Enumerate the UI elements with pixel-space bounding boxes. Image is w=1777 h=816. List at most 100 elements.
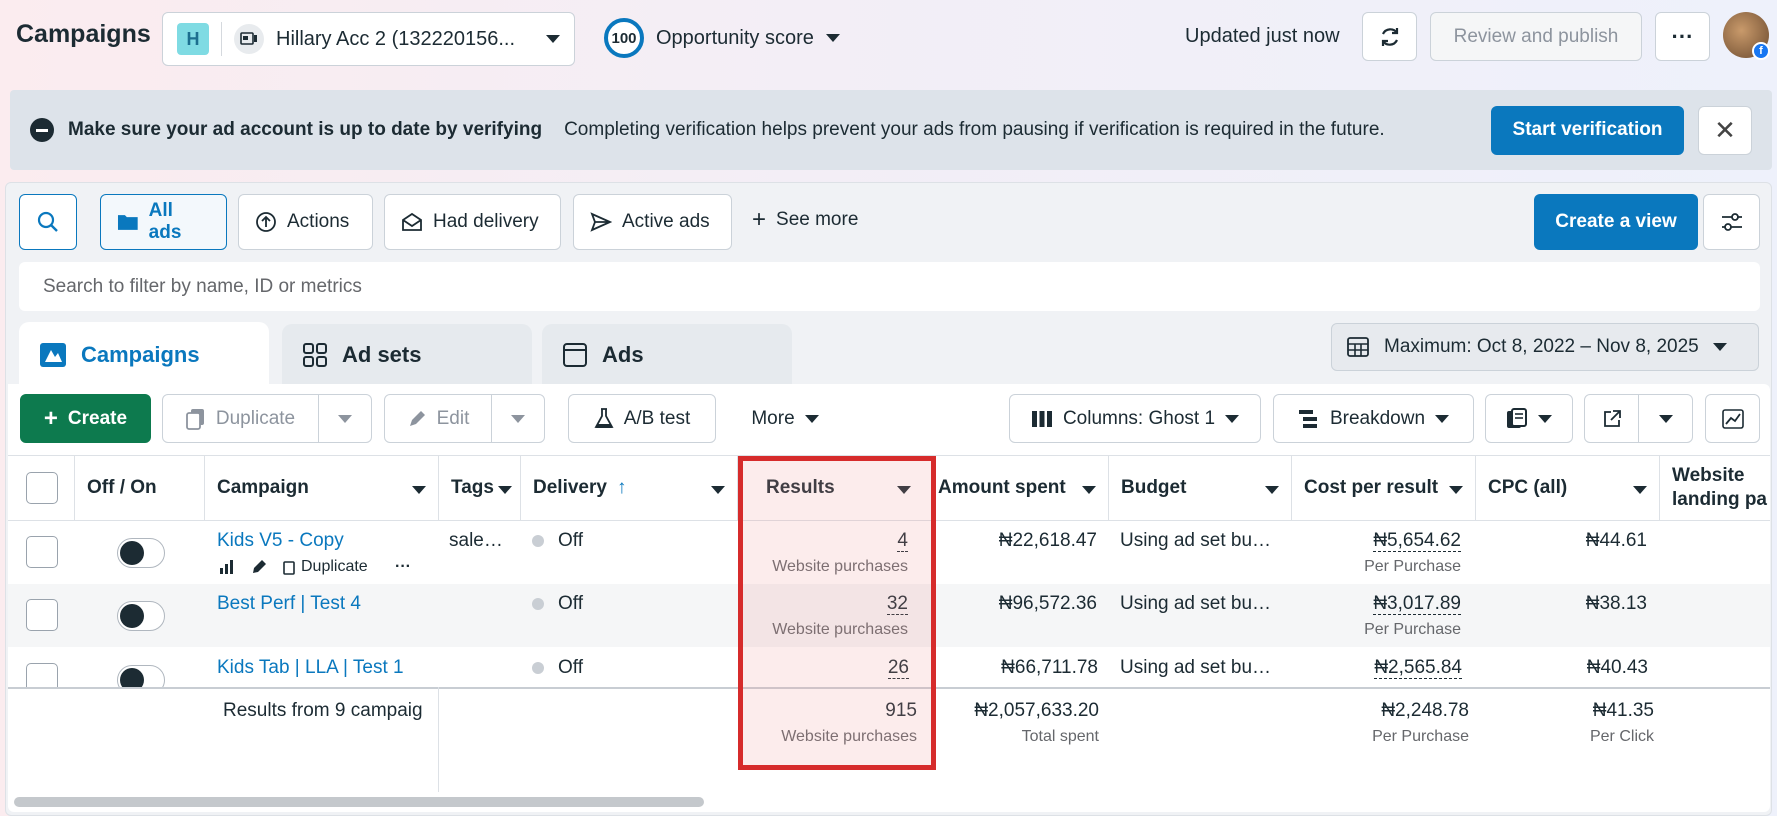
close-icon[interactable]: ✕ [1698, 105, 1752, 155]
cost-value: ₦3,017.89 [1373, 593, 1461, 615]
duplicate-dropdown[interactable] [318, 394, 372, 443]
opportunity-score[interactable]: 100 Opportunity score [604, 18, 840, 58]
filter-label: Active ads [622, 211, 710, 232]
totals-cost-per-result: ₦2,248.78 [1381, 700, 1469, 721]
chevron-down-icon [1449, 486, 1463, 494]
account-name: Hillary Acc 2 (132220156... [276, 27, 516, 50]
refresh-icon [1381, 27, 1398, 46]
reports-button[interactable] [1485, 394, 1573, 443]
campaign-toggle[interactable] [117, 665, 165, 687]
filter-active-ads[interactable]: Active ads [573, 194, 732, 250]
column-results[interactable]: Results [738, 456, 936, 520]
ab-test-button[interactable]: A/B test [568, 394, 716, 443]
filter-had-delivery[interactable]: Had delivery [384, 194, 561, 250]
column-label: Amount spent [938, 477, 1066, 498]
pencil-icon [253, 560, 266, 573]
more-button[interactable]: More [735, 394, 835, 443]
delivery-cell: Off [532, 593, 583, 615]
results-number: 26 [887, 657, 909, 679]
chevron-down-icon [338, 414, 352, 423]
create-button[interactable]: + Create [20, 394, 151, 443]
tab-campaigns[interactable]: Campaigns [19, 322, 269, 388]
create-label: Create [67, 407, 128, 429]
export-dropdown[interactable] [1638, 394, 1693, 443]
search-button[interactable] [19, 194, 77, 250]
create-view-button[interactable]: Create a view [1534, 194, 1698, 250]
charts-button[interactable] [1705, 394, 1760, 443]
results-value[interactable]: 26 [887, 657, 909, 679]
score-ring: 100 [604, 18, 644, 58]
totals-cpc-sub: Per Click [1589, 728, 1654, 745]
column-delivery[interactable]: Delivery ↑ [521, 456, 738, 520]
column-label: Cost per result [1304, 477, 1439, 498]
divider [221, 22, 222, 56]
amount-spent-cell: ₦22,618.47 [998, 530, 1097, 551]
column-off-on[interactable]: Off / On [75, 456, 205, 520]
row-duplicate-action[interactable]: Duplicate [283, 558, 379, 576]
column-label: Off / On [87, 477, 157, 498]
column-cpc[interactable]: CPC (all) [1476, 456, 1660, 520]
filter-settings-button[interactable] [1703, 194, 1760, 250]
edit-dropdown[interactable] [491, 394, 545, 443]
filter-all-ads[interactable]: All ads [100, 194, 227, 250]
column-label: Budget [1121, 477, 1187, 498]
opportunity-score-label: Opportunity score [656, 26, 814, 49]
more-options-button[interactable]: ··· [1655, 12, 1710, 61]
columns-button[interactable]: Columns: Ghost 1 [1009, 394, 1261, 443]
column-amount-spent[interactable]: Amount spent [936, 456, 1109, 520]
search-input[interactable]: Search to filter by name, ID or metrics [19, 262, 1760, 311]
duplicate-button[interactable]: Duplicate [162, 394, 319, 443]
breakdown-icon [1298, 409, 1317, 428]
chevron-down-icon [1712, 343, 1727, 351]
cost-per-result-cell: ₦5,654.62 [1373, 530, 1461, 552]
row-checkbox[interactable] [26, 663, 58, 687]
campaign-flag-icon [40, 343, 66, 367]
refresh-button[interactable] [1362, 12, 1417, 61]
tab-ad-sets[interactable]: Ad sets [282, 324, 532, 386]
column-tags[interactable]: Tags [439, 456, 521, 520]
column-label: Delivery [533, 477, 607, 498]
more-options-icon[interactable]: ··· [395, 558, 411, 576]
campaign-toggle[interactable] [117, 538, 165, 568]
column-budget[interactable]: Budget [1109, 456, 1292, 520]
divider [8, 687, 1770, 689]
row-checkbox[interactable] [26, 536, 58, 568]
chevron-down-icon [825, 34, 840, 42]
select-all-checkbox[interactable] [26, 472, 58, 504]
edit-button[interactable]: Edit [384, 394, 492, 443]
account-selector[interactable]: H Hillary Acc 2 (132220156... [162, 12, 575, 66]
campaign-name-link[interactable]: Kids Tab | LLA | Test 1 [217, 657, 404, 679]
totals-amount-sub: Total spent [1021, 728, 1099, 745]
chevron-down-icon [1265, 486, 1279, 494]
column-label: Results [766, 477, 835, 498]
filter-label: Had delivery [433, 211, 539, 232]
date-range-picker[interactable]: Maximum: Oct 8, 2022 – Nov 8, 2025 [1331, 323, 1759, 371]
start-verification-button[interactable]: Start verification [1491, 105, 1684, 155]
campaign-name-link[interactable]: Kids V5 - Copy [217, 530, 344, 552]
chevron-down-icon [412, 486, 426, 494]
reports-icon [1507, 407, 1527, 428]
cost-value: ₦2,565.84 [1374, 657, 1462, 679]
column-website-landing[interactable]: Website landing pa [1660, 456, 1770, 520]
see-more-button[interactable]: + See more [752, 206, 858, 234]
delivery-status: Off [558, 530, 583, 551]
results-value[interactable]: 4 [897, 530, 908, 552]
campaign-toggle[interactable] [117, 601, 165, 631]
column-campaign[interactable]: Campaign [205, 456, 439, 520]
status-dot [532, 597, 544, 610]
cost-sub: Per Purchase [1364, 558, 1461, 575]
column-cost-per-result[interactable]: Cost per result [1292, 456, 1476, 520]
facebook-icon: f [1752, 42, 1770, 60]
export-icon [1603, 409, 1621, 427]
filter-label: All ads [148, 200, 182, 243]
horizontal-scrollbar[interactable] [14, 797, 704, 807]
row-checkbox[interactable] [26, 599, 58, 631]
export-button[interactable] [1584, 394, 1639, 443]
filter-actions[interactable]: Actions [238, 194, 373, 250]
breakdown-button[interactable]: Breakdown [1273, 394, 1474, 443]
tab-ads[interactable]: Ads [542, 324, 792, 386]
ad-frame-icon [563, 343, 587, 367]
review-publish-button[interactable]: Review and publish [1430, 12, 1642, 61]
results-value[interactable]: 32 [886, 593, 908, 615]
campaign-name-link[interactable]: Best Perf | Test 4 [217, 593, 361, 615]
